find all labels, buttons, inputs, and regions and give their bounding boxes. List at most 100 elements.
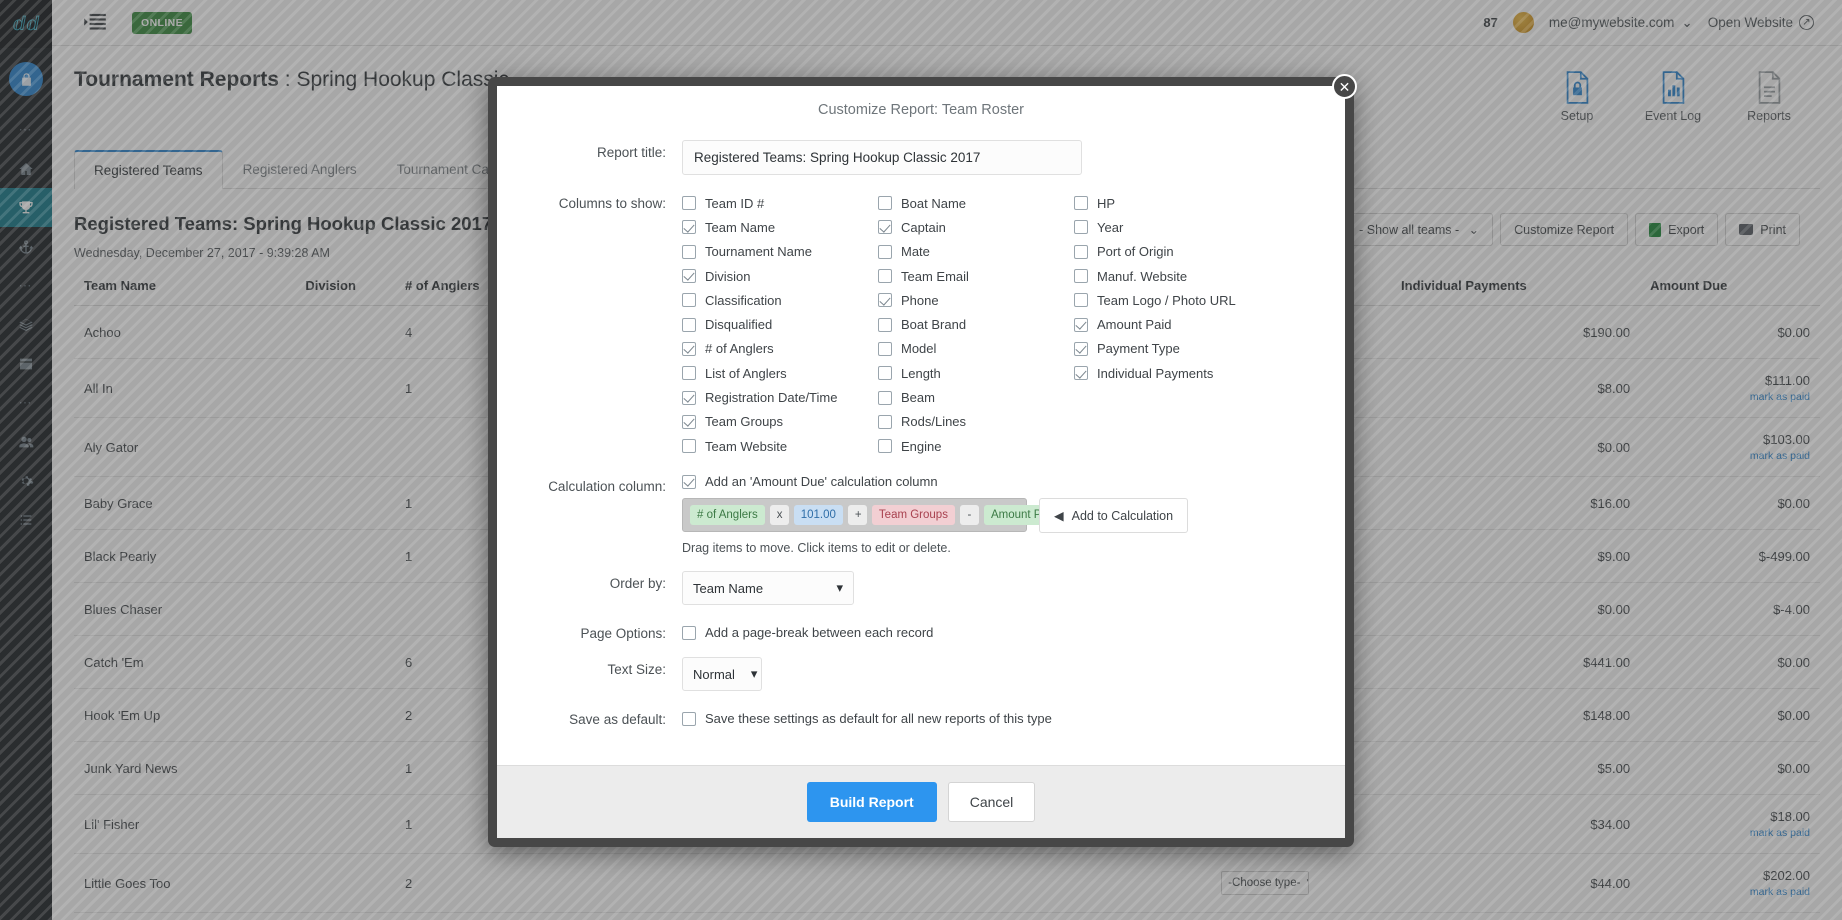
calc-enable-checkbox[interactable] bbox=[682, 474, 696, 489]
column-checkbox[interactable] bbox=[1074, 269, 1088, 284]
save-default-row[interactable]: Save these settings as default for all n… bbox=[682, 707, 1315, 726]
column-checkbox[interactable] bbox=[682, 293, 696, 308]
calc-operator-chip[interactable]: x bbox=[769, 505, 789, 526]
column-checkbox-row[interactable]: Rods/Lines bbox=[878, 410, 1074, 434]
column-checkbox-row[interactable]: Registration Date/Time bbox=[682, 385, 878, 409]
column-checkbox[interactable] bbox=[682, 341, 696, 356]
column-checkbox-row[interactable]: Payment Type bbox=[1074, 337, 1284, 361]
column-checkbox-row[interactable]: Amount Paid bbox=[1074, 312, 1284, 336]
column-checkbox-row[interactable]: Disqualified bbox=[682, 312, 878, 336]
column-checkbox[interactable] bbox=[1074, 244, 1088, 259]
column-checkbox[interactable] bbox=[682, 196, 696, 211]
column-checkbox-row[interactable]: # of Anglers bbox=[682, 337, 878, 361]
column-checkbox[interactable] bbox=[878, 439, 892, 454]
column-checkbox[interactable] bbox=[878, 341, 892, 356]
column-checkbox-row[interactable]: Boat Brand bbox=[878, 312, 1074, 336]
column-checkbox-label: Tournament Name bbox=[705, 244, 812, 260]
column-checkbox-row[interactable]: Team ID # bbox=[682, 191, 878, 215]
column-checkbox-row[interactable]: Boat Name bbox=[878, 191, 1074, 215]
column-checkbox-row[interactable]: Phone bbox=[878, 288, 1074, 312]
column-checkbox[interactable] bbox=[682, 317, 696, 332]
column-checkbox[interactable] bbox=[878, 269, 892, 284]
page-break-checkbox[interactable] bbox=[682, 625, 696, 640]
column-checkbox-label: Engine bbox=[901, 438, 942, 454]
column-checkbox[interactable] bbox=[1074, 196, 1088, 211]
column-checkbox-label: Model bbox=[901, 341, 937, 357]
save-default-label: Save as default: bbox=[569, 712, 666, 728]
column-checkbox[interactable] bbox=[878, 390, 892, 405]
column-checkbox[interactable] bbox=[1074, 341, 1088, 356]
column-checkbox[interactable] bbox=[878, 220, 892, 235]
calc-field-chip[interactable]: 101.00 bbox=[793, 505, 843, 526]
calculation-expression[interactable]: # of Anglers x 101.00 + Team Groups - Amount P… bbox=[682, 498, 1064, 533]
text-size-value: Normal bbox=[693, 666, 735, 682]
column-checkbox[interactable] bbox=[682, 439, 696, 454]
column-checkbox-label: Classification bbox=[705, 292, 782, 308]
column-checkbox[interactable] bbox=[682, 269, 696, 284]
column-checkbox-row[interactable]: Classification bbox=[682, 288, 878, 312]
page-break-row[interactable]: Add a page-break between each record bbox=[682, 621, 1315, 640]
order-by-select[interactable]: Team Name ▾ bbox=[682, 571, 854, 606]
column-checkbox-row[interactable]: Tournament Name bbox=[682, 240, 878, 264]
field-report-title: Report title: bbox=[527, 140, 1315, 175]
column-checkbox-label: Manuf. Website bbox=[1097, 268, 1188, 284]
column-checkbox-row[interactable]: Length bbox=[878, 361, 1074, 385]
column-checkbox[interactable] bbox=[878, 366, 892, 381]
column-checkbox[interactable] bbox=[878, 244, 892, 259]
text-size-select[interactable]: Normal ▾ bbox=[682, 657, 762, 692]
column-checkbox-row[interactable]: List of Anglers bbox=[682, 361, 878, 385]
field-text-size: Text Size: Normal ▾ bbox=[527, 657, 1315, 692]
column-checkbox-row[interactable]: Individual Payments bbox=[1074, 361, 1284, 385]
column-checkbox-row[interactable]: HP bbox=[1074, 191, 1284, 215]
column-checkbox-row[interactable]: Team Logo / Photo URL bbox=[1074, 288, 1284, 312]
column-checkbox[interactable] bbox=[1074, 293, 1088, 308]
column-checkbox[interactable] bbox=[878, 414, 892, 429]
close-icon[interactable]: ✕ bbox=[1332, 74, 1357, 99]
column-checkbox[interactable] bbox=[682, 390, 696, 405]
column-checkbox-label: # of Anglers bbox=[705, 341, 774, 357]
field-save-default: Save as default: Save these settings as … bbox=[527, 707, 1315, 727]
column-checkbox-row[interactable]: Manuf. Website bbox=[1074, 264, 1284, 288]
columns-column-2: Boat Name Captain Mate Team Email Phone Boat … bbox=[878, 191, 1074, 458]
column-checkbox-row[interactable]: Division bbox=[682, 264, 878, 288]
column-checkbox[interactable] bbox=[682, 244, 696, 259]
calc-operator-chip[interactable]: + bbox=[847, 505, 867, 526]
calc-field-chip[interactable]: Team Groups bbox=[871, 505, 955, 526]
calc-enable-row[interactable]: Add an 'Amount Due' calculation column bbox=[682, 474, 1315, 489]
column-checkbox-row[interactable]: Model bbox=[878, 337, 1074, 361]
calculation-label: Calculation column: bbox=[548, 479, 666, 495]
add-to-calculation-button[interactable]: ◀ Add to Calculation bbox=[1039, 498, 1189, 534]
report-title-input[interactable] bbox=[682, 140, 1082, 175]
column-checkbox[interactable] bbox=[682, 220, 696, 235]
column-checkbox-row[interactable]: Team Groups bbox=[682, 410, 878, 434]
column-checkbox-row[interactable]: Year bbox=[1074, 215, 1284, 239]
column-checkbox-row[interactable]: Captain bbox=[878, 215, 1074, 239]
column-checkbox[interactable] bbox=[682, 414, 696, 429]
column-checkbox-row[interactable]: Port of Origin bbox=[1074, 240, 1284, 264]
column-checkbox-row[interactable]: Mate bbox=[878, 240, 1074, 264]
save-default-checkbox[interactable] bbox=[682, 711, 696, 726]
column-checkbox[interactable] bbox=[1074, 366, 1088, 381]
column-checkbox[interactable] bbox=[1074, 220, 1088, 235]
field-order-by: Order by: Team Name ▾ bbox=[527, 571, 1315, 606]
column-checkbox-label: Disqualified bbox=[705, 317, 773, 333]
build-report-button[interactable]: Build Report bbox=[806, 782, 937, 822]
column-checkbox[interactable] bbox=[682, 366, 696, 381]
calc-field-chip[interactable]: # of Anglers bbox=[690, 505, 765, 526]
column-checkbox-row[interactable]: Team Name bbox=[682, 215, 878, 239]
column-checkbox-row[interactable]: Beam bbox=[878, 385, 1074, 409]
column-checkbox-row[interactable]: Engine bbox=[878, 434, 1074, 458]
calc-operator-chip[interactable]: - bbox=[959, 505, 979, 526]
calc-editor-row: # of Anglers x 101.00 + Team Groups - Amount P… bbox=[682, 489, 1315, 555]
column-checkbox[interactable] bbox=[878, 196, 892, 211]
column-checkbox[interactable] bbox=[1074, 317, 1088, 332]
column-checkbox[interactable] bbox=[878, 293, 892, 308]
order-by-value: Team Name bbox=[693, 580, 764, 596]
caret-left-icon: ◀ bbox=[1054, 509, 1064, 524]
column-checkbox-row[interactable]: Team Website bbox=[682, 434, 878, 458]
cancel-button[interactable]: Cancel bbox=[947, 782, 1036, 822]
column-checkbox-label: Amount Paid bbox=[1097, 317, 1172, 333]
save-default-text: Save these settings as default for all n… bbox=[705, 711, 1052, 727]
column-checkbox-row[interactable]: Team Email bbox=[878, 264, 1074, 288]
column-checkbox[interactable] bbox=[878, 317, 892, 332]
